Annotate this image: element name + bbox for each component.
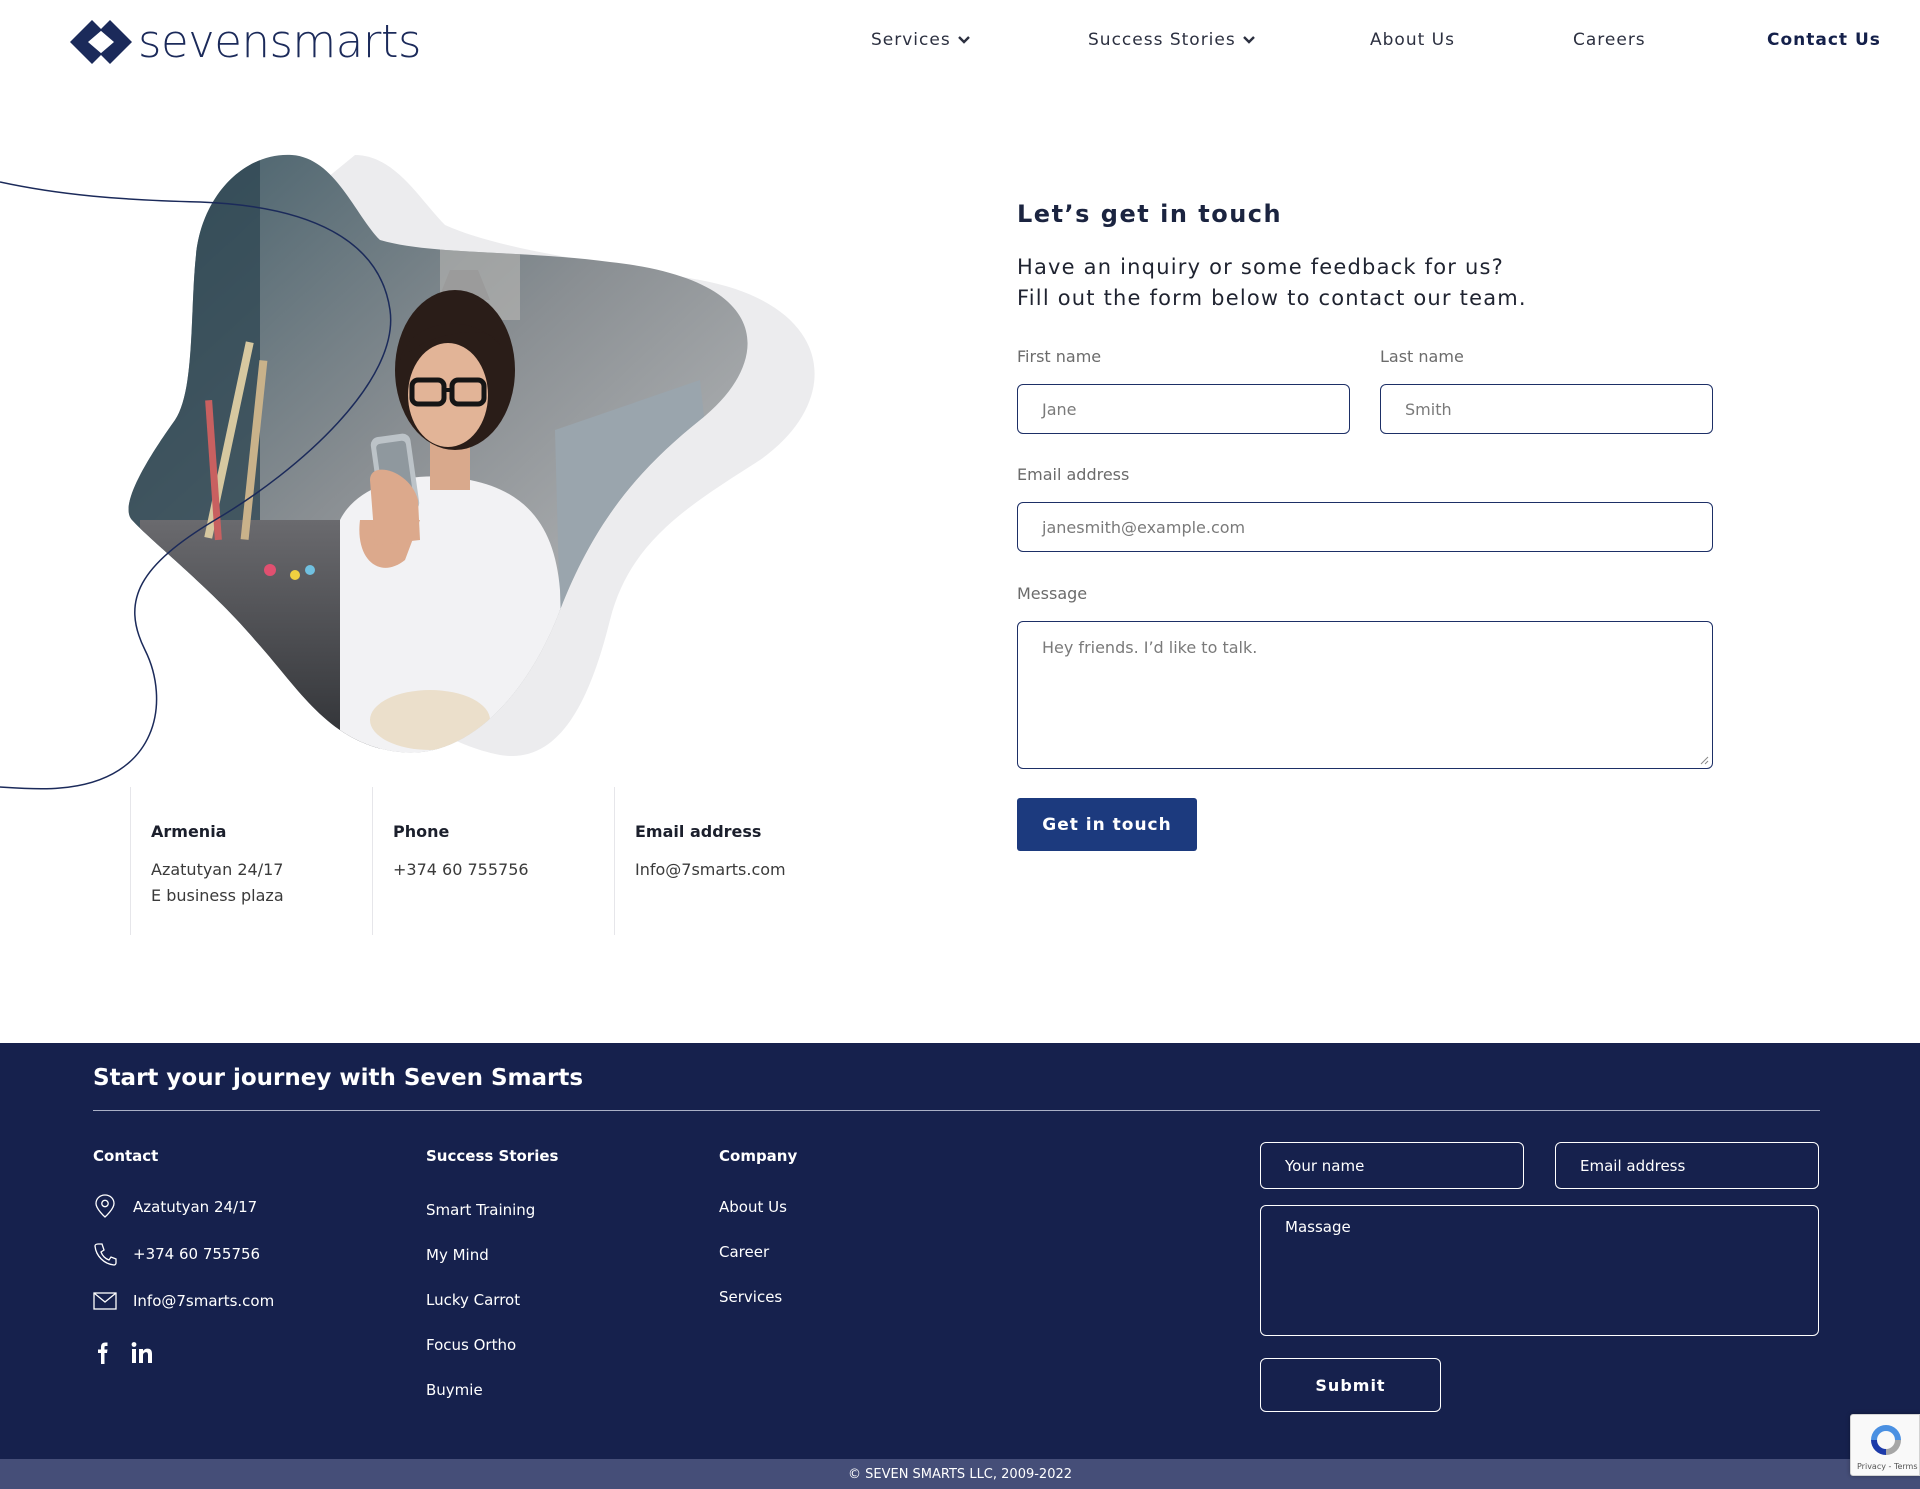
email-label: Email address [1017, 465, 1130, 484]
recaptcha-links[interactable]: Privacy - Terms [1857, 1462, 1918, 1471]
first-name-label: First name [1017, 347, 1102, 366]
footer-contact-heading: Contact [93, 1147, 159, 1165]
nav-careers-label: Careers [1573, 30, 1646, 50]
nav-services-label: Services [871, 30, 951, 50]
nav-success-stories-label: Success Stories [1088, 30, 1236, 50]
message-label: Message [1017, 584, 1088, 603]
message-placeholder: Hey friends. I’d like to talk. [1042, 638, 1258, 657]
site-footer: Start your journey with Seven Smarts Con… [0, 1043, 1920, 1459]
footer-story-link[interactable]: Focus Ortho [426, 1336, 516, 1354]
footer-success-stories-heading: Success Stories [426, 1147, 559, 1165]
linkedin-icon[interactable] [130, 1340, 154, 1366]
form-title: Let’s get in touch [1017, 200, 1283, 228]
contact-form: Let’s get in touch Have an inquiry or so… [1017, 200, 1717, 314]
last-name-placeholder: Smith [1405, 399, 1452, 419]
footer-story-link[interactable]: Lucky Carrot [426, 1291, 520, 1309]
main-nav: Services Success Stories About Us Career… [0, 30, 1920, 56]
info-phone: Phone +374 60 755756 [372, 787, 614, 935]
first-name-placeholder: Jane [1042, 399, 1077, 419]
footer-email-field[interactable]: Email address [1555, 1142, 1819, 1189]
footer-message-placeholder: Massage [1285, 1218, 1351, 1236]
phone-icon [94, 1243, 117, 1266]
get-in-touch-button[interactable]: Get in touch [1017, 798, 1197, 851]
footer-title: Start your journey with Seven Smarts [93, 1065, 584, 1091]
nav-success-stories[interactable]: Success Stories [1088, 30, 1256, 50]
location-pin-icon [95, 1194, 115, 1218]
copyright-bar: © SEVEN SMARTS LLC, 2009-2022 [0, 1459, 1920, 1489]
footer-address: Azatutyan 24/17 [133, 1198, 258, 1216]
chevron-down-icon [957, 36, 970, 44]
recaptcha-icon [1871, 1425, 1901, 1455]
footer-email[interactable]: Info@7smarts.com [133, 1292, 274, 1310]
location-line-2: E business plaza [151, 886, 284, 905]
site-header: sevensmarts Services Success Stories Abo… [0, 0, 1920, 90]
footer-submit-button[interactable]: Submit [1260, 1358, 1441, 1412]
nav-careers[interactable]: Careers [1573, 30, 1646, 50]
footer-company-link[interactable]: Services [719, 1288, 782, 1306]
footer-story-link[interactable]: Smart Training [426, 1201, 535, 1219]
footer-name-placeholder: Your name [1285, 1156, 1365, 1175]
resize-handle-icon[interactable] [1699, 755, 1709, 765]
email-placeholder: janesmith@example.com [1042, 517, 1246, 537]
hero-illustration [0, 154, 815, 790]
message-field[interactable]: Hey friends. I’d like to talk. [1017, 621, 1713, 769]
facebook-icon[interactable] [91, 1340, 115, 1366]
email-field[interactable]: janesmith@example.com [1017, 502, 1713, 552]
footer-story-link[interactable]: My Mind [426, 1246, 489, 1264]
nav-contact-us-label: Contact Us [1767, 30, 1881, 50]
email-value[interactable]: Info@7smarts.com [635, 857, 856, 883]
form-subtitle: Have an inquiry or some feedback for us?… [1017, 252, 1717, 314]
phone-value[interactable]: +374 60 755756 [393, 857, 614, 883]
footer-name-field[interactable]: Your name [1260, 1142, 1524, 1189]
footer-story-link[interactable]: Buymie [426, 1381, 483, 1399]
chevron-down-icon [1242, 36, 1255, 44]
info-location: Armenia Azatutyan 24/17 E business plaza [130, 787, 372, 935]
info-email: Email address Info@7smarts.com [614, 787, 856, 935]
phone-heading: Phone [393, 822, 450, 841]
mail-icon [93, 1292, 117, 1310]
footer-company-link[interactable]: Career [719, 1243, 769, 1261]
recaptcha-badge[interactable]: Privacy - Terms [1850, 1414, 1920, 1476]
footer-company-link[interactable]: About Us [719, 1198, 787, 1216]
footer-phone[interactable]: +374 60 755756 [133, 1245, 260, 1263]
location-line-1: Azatutyan 24/17 [151, 860, 284, 879]
form-subtitle-line-2: Fill out the form below to contact our t… [1017, 286, 1527, 310]
location-heading: Armenia [151, 822, 227, 841]
footer-email-placeholder: Email address [1580, 1156, 1686, 1175]
first-name-field[interactable]: Jane [1017, 384, 1350, 434]
nav-about-us[interactable]: About Us [1370, 30, 1455, 50]
copyright-text: © SEVEN SMARTS LLC, 2009-2022 [847, 1466, 1073, 1482]
last-name-field[interactable]: Smith [1380, 384, 1713, 434]
footer-company-heading: Company [719, 1147, 798, 1165]
footer-divider [93, 1110, 1820, 1111]
footer-message-field[interactable]: Massage [1260, 1205, 1819, 1336]
nav-contact-us[interactable]: Contact Us [1767, 30, 1881, 50]
last-name-label: Last name [1380, 347, 1464, 366]
form-subtitle-line-1: Have an inquiry or some feedback for us? [1017, 255, 1504, 279]
nav-about-us-label: About Us [1370, 30, 1455, 50]
email-heading: Email address [635, 822, 762, 841]
nav-services[interactable]: Services [871, 30, 971, 50]
